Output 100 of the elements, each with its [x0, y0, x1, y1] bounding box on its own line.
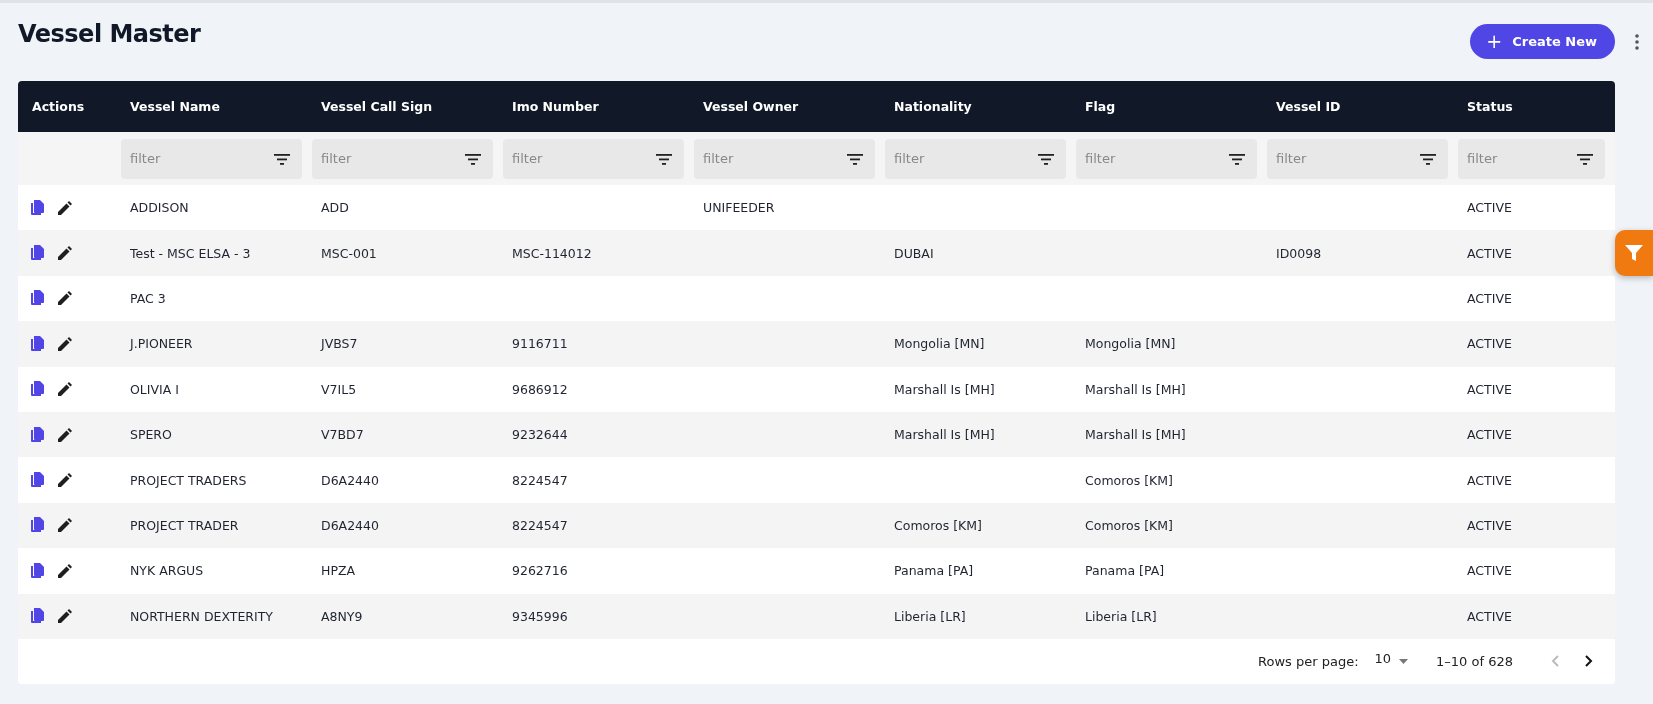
table-cell: ACTIVE	[1467, 336, 1512, 352]
table-cell: Panama [PA]	[1085, 563, 1165, 579]
table-cell: 8224547	[512, 517, 568, 533]
column-header[interactable]: Nationality	[894, 99, 972, 114]
edit-pencil-icon[interactable]	[58, 336, 72, 351]
table-cell: Test - MSC ELSA - 3	[130, 245, 251, 261]
table-cell: ACTIVE	[1467, 608, 1512, 624]
table-cell: Marshall Is [MH]	[894, 381, 995, 397]
table-cell: A8NY9	[321, 608, 363, 624]
edit-pencil-icon[interactable]	[58, 291, 72, 306]
table-cell: V7BD7	[321, 427, 364, 443]
filter-field[interactable]: filter	[503, 138, 684, 179]
edit-pencil-icon[interactable]	[58, 427, 72, 442]
copy-icon[interactable]	[30, 199, 44, 216]
table-cell: JVBS7	[321, 336, 358, 352]
table-cell: DUBAI	[894, 245, 934, 261]
table-cell: 8224547	[512, 472, 568, 488]
filter-field[interactable]: filter	[1267, 138, 1448, 179]
table-cell: NORTHERN DEXTERITY	[130, 608, 273, 624]
filter-field[interactable]: filter	[121, 138, 302, 179]
table-cell: D6A2440	[321, 517, 379, 533]
filter-lines-icon[interactable]	[656, 153, 672, 165]
edit-pencil-icon[interactable]	[58, 246, 72, 261]
column-header[interactable]: Actions	[32, 99, 85, 114]
filter-button[interactable]	[1615, 230, 1653, 276]
table-cell: 9116711	[512, 336, 568, 352]
table-cell: 9232644	[512, 427, 568, 443]
table-cell: Liberia [LR]	[894, 608, 966, 624]
table-cell: J.PIONEER	[130, 336, 193, 352]
edit-pencil-icon[interactable]	[58, 382, 72, 397]
table-cell: Mongolia [MN]	[1085, 336, 1176, 352]
table-cell: OLIVIA I	[130, 381, 179, 397]
chevron-left-icon	[1551, 655, 1559, 668]
copy-icon[interactable]	[30, 472, 44, 489]
copy-icon[interactable]	[30, 245, 44, 262]
table-cell: NYK ARGUS	[130, 563, 204, 579]
table-cell: ACTIVE	[1467, 563, 1512, 579]
table-cell: ACTIVE	[1467, 200, 1512, 216]
column-header[interactable]: Imo Number	[512, 99, 599, 114]
filter-lines-icon[interactable]	[274, 153, 290, 165]
copy-icon[interactable]	[30, 335, 44, 352]
copy-icon[interactable]	[30, 562, 44, 579]
edit-pencil-icon[interactable]	[58, 609, 72, 624]
copy-icon[interactable]	[30, 290, 44, 307]
table-cell: 9686912	[512, 381, 568, 397]
table-cell: ACTIVE	[1467, 517, 1512, 533]
filter-lines-icon[interactable]	[1038, 153, 1054, 165]
dropdown-caret-icon	[1399, 658, 1409, 664]
filter-field[interactable]: filter	[1076, 138, 1257, 179]
table-cell: Marshall Is [MH]	[1085, 427, 1186, 443]
column-header[interactable]: Vessel Call Sign	[321, 99, 433, 114]
create-new-button[interactable]: + Create New	[1470, 24, 1615, 59]
table-cell: ACTIVE	[1467, 290, 1512, 306]
table-cell: UNIFEEDER	[703, 200, 775, 216]
column-header[interactable]: Vessel Owner	[703, 99, 799, 114]
column-header[interactable]: Flag	[1085, 99, 1116, 114]
table-cell: PAC 3	[130, 290, 166, 306]
table-cell: ADD	[321, 200, 349, 216]
table-cell: Comoros [KM]	[894, 517, 982, 533]
filter-field[interactable]: filter	[312, 138, 493, 179]
copy-icon[interactable]	[30, 381, 44, 398]
funnel-icon	[1624, 243, 1644, 263]
filter-lines-icon[interactable]	[1577, 153, 1593, 165]
filter-lines-icon[interactable]	[847, 153, 863, 165]
column-header[interactable]: Status	[1467, 99, 1513, 114]
filter-field[interactable]: filter	[694, 138, 875, 179]
filter-lines-icon[interactable]	[1229, 153, 1245, 165]
edit-pencil-icon[interactable]	[58, 473, 72, 488]
filter-field[interactable]: filter	[1458, 138, 1605, 179]
copy-icon[interactable]	[30, 608, 44, 625]
table-cell: Comoros [KM]	[1085, 517, 1173, 533]
filter-field[interactable]: filter	[885, 138, 1066, 179]
table-cell: 9262716	[512, 563, 568, 579]
table-cell: Panama [PA]	[894, 563, 974, 579]
column-header[interactable]: Vessel ID	[1276, 99, 1341, 114]
table-cell: ACTIVE	[1467, 245, 1512, 261]
table-cell: 9345996	[512, 608, 568, 624]
table-cell: ACTIVE	[1467, 381, 1512, 397]
table-cell: HPZA	[321, 563, 356, 579]
filter-lines-icon[interactable]	[1420, 153, 1436, 165]
table-cell: ID0098	[1276, 245, 1322, 261]
table-cell: MSC-114012	[512, 245, 592, 261]
copy-icon[interactable]	[30, 426, 44, 443]
table-cell: V7IL5	[321, 381, 357, 397]
copy-icon[interactable]	[30, 517, 44, 534]
column-header[interactable]: Vessel Name	[130, 99, 220, 114]
edit-pencil-icon[interactable]	[58, 518, 72, 533]
table-cell: PROJECT TRADERS	[130, 472, 247, 488]
chevron-right-icon	[1585, 655, 1593, 668]
table-cell: Marshall Is [MH]	[894, 427, 995, 443]
table-cell: ACTIVE	[1467, 427, 1512, 443]
edit-pencil-icon[interactable]	[58, 563, 72, 578]
page-range-text: 1–10 of 628	[1436, 653, 1513, 669]
table-cell: Comoros [KM]	[1085, 472, 1173, 488]
edit-pencil-icon[interactable]	[58, 200, 72, 215]
rows-per-page-select[interactable]: 10	[1374, 653, 1409, 669]
table-cell: Liberia [LR]	[1085, 608, 1157, 624]
more-options-icon[interactable]	[1635, 33, 1639, 50]
table-cell: ACTIVE	[1467, 472, 1512, 488]
filter-lines-icon[interactable]	[465, 153, 481, 165]
